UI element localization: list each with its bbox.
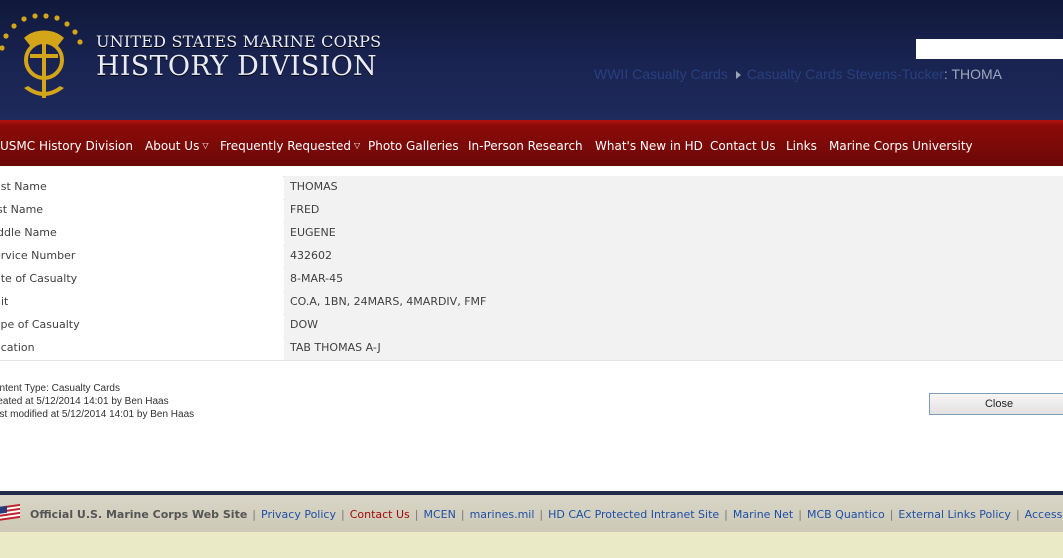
- footer-separator: |: [1015, 508, 1020, 521]
- footer-separator: |: [724, 508, 728, 521]
- nav-frequently-requested[interactable]: Frequently Requested ▽: [220, 139, 360, 153]
- footer-official-site: Official U.S. Marine Corps Web Site: [30, 508, 248, 521]
- footer-separator: |: [539, 508, 544, 521]
- site-title[interactable]: UNITED STATES MARINE CORPS HISTORY DIVIS…: [96, 32, 382, 82]
- nav-frequently-requested-label: Frequently Requested: [220, 139, 351, 153]
- field-row-type-of-casualty: ype of Casualty DOW: [0, 314, 1063, 338]
- created-text: reated at 5/12/2014 14:01 by Ben Haas: [0, 396, 169, 407]
- field-row-middle-name: iddle Name EUGENE: [0, 222, 1063, 246]
- close-button[interactable]: Close: [929, 393, 1063, 415]
- site-header: UNITED STATES MARINE CORPS HISTORY DIVIS…: [0, 0, 1063, 120]
- footer-separator: |: [889, 508, 894, 521]
- breadcrumb: WWII Casualty Cards Casualty Cards Steven…: [594, 66, 1002, 82]
- field-value: 8-MAR-45: [284, 268, 1063, 291]
- field-value: THOMAS: [284, 176, 1063, 199]
- search-input[interactable]: [916, 39, 1063, 59]
- nav-contact-us[interactable]: Contact Us: [710, 139, 776, 153]
- us-flag-icon: [0, 504, 20, 521]
- breadcrumb-colon: :: [943, 66, 948, 82]
- field-label: ype of Casualty: [0, 314, 283, 337]
- field-row-location: ocation TAB THOMAS A-J: [0, 337, 1063, 361]
- field-row-date-of-casualty: ate of Casualty 8-MAR-45: [0, 268, 1063, 292]
- field-label: iddle Name: [0, 222, 283, 245]
- nav-about-us-label: About Us: [145, 139, 200, 153]
- field-value: CO.A, 1BN, 24MARS, 4MARDIV, FMF: [284, 291, 1063, 314]
- marine-corps-emblem-icon: [0, 13, 83, 98]
- breadcrumb-casualty-cards-stevens-tucker[interactable]: Casualty Cards Stevens-Tucker: [747, 66, 944, 82]
- item-metadata: ontent Type: Casualty Cards reated at 5/…: [0, 382, 194, 421]
- field-label: ervice Number: [0, 245, 283, 268]
- chevron-down-icon: ▽: [202, 141, 209, 150]
- nav-whats-new[interactable]: What's New in HD: [595, 139, 703, 153]
- nav-links[interactable]: Links: [786, 139, 817, 153]
- nav-usmc-history-division[interactable]: USMC History Division: [0, 139, 133, 153]
- footer-bottom-band: [0, 532, 1063, 558]
- footer-separator: |: [252, 508, 257, 521]
- nav-about-us[interactable]: About Us ▽: [145, 139, 208, 153]
- footer-separator: |: [340, 508, 345, 521]
- footer-link-contact[interactable]: Contact Us: [350, 508, 410, 521]
- field-label: ate of Casualty: [0, 268, 283, 291]
- field-row-first-name: ist Name FRED: [0, 199, 1063, 223]
- field-label: ist Name: [0, 199, 283, 222]
- footer-separator: |: [414, 508, 419, 521]
- footer-link-mcb-quantico[interactable]: MCB Quantico: [807, 508, 885, 521]
- field-row-service-number: ervice Number 432602: [0, 245, 1063, 269]
- field-value: TAB THOMAS A-J: [284, 337, 1063, 360]
- site-title-line2: HISTORY DIVISION: [96, 51, 377, 82]
- nav-photo-galleries[interactable]: Photo Galleries: [368, 139, 459, 153]
- field-label: ocation: [0, 337, 283, 360]
- chevron-down-icon: ▽: [354, 141, 361, 150]
- field-label: nit: [0, 291, 283, 314]
- footer-link-mcen[interactable]: MCEN: [424, 508, 456, 521]
- content-type-text: ontent Type: Casualty Cards: [0, 383, 120, 394]
- field-row-unit: nit CO.A, 1BN, 24MARS, 4MARDIV, FMF: [0, 291, 1063, 315]
- field-value: 432602: [284, 245, 1063, 268]
- footer-separator: |: [798, 508, 802, 521]
- footer-link-hd-cac[interactable]: HD CAC Protected Intranet Site: [548, 508, 719, 521]
- breadcrumb-separator-icon: [735, 70, 741, 79]
- breadcrumb-wwii-casualty-cards[interactable]: WWII Casualty Cards: [594, 66, 728, 82]
- field-value: FRED: [284, 199, 1063, 222]
- nav-in-person-research[interactable]: In-Person Research: [468, 139, 583, 153]
- footer-link-marine-net[interactable]: Marine Net: [733, 508, 793, 521]
- footer-links: Official U.S. Marine Corps Web Site | Priv…: [30, 508, 1063, 521]
- footer-link-external[interactable]: External Links Policy: [898, 508, 1011, 521]
- footer-separator: |: [460, 508, 465, 521]
- field-value: EUGENE: [284, 222, 1063, 245]
- footer-link-accessibility[interactable]: Accessibility: [1025, 508, 1063, 521]
- field-row-last-name: ast Name THOMAS: [0, 176, 1063, 200]
- nav-marine-corps-university[interactable]: Marine Corps University: [829, 139, 973, 153]
- site-title-line1: UNITED STATES MARINE CORPS: [96, 32, 382, 51]
- footer-link-privacy[interactable]: Privacy Policy: [261, 508, 336, 521]
- breadcrumb-current: THOMA: [951, 66, 1003, 82]
- field-label: ast Name: [0, 176, 283, 199]
- modified-text: ast modified at 5/12/2014 14:01 by Ben H…: [0, 409, 195, 420]
- footer-link-marines[interactable]: marines.mil: [470, 508, 535, 521]
- field-value: DOW: [284, 314, 1063, 337]
